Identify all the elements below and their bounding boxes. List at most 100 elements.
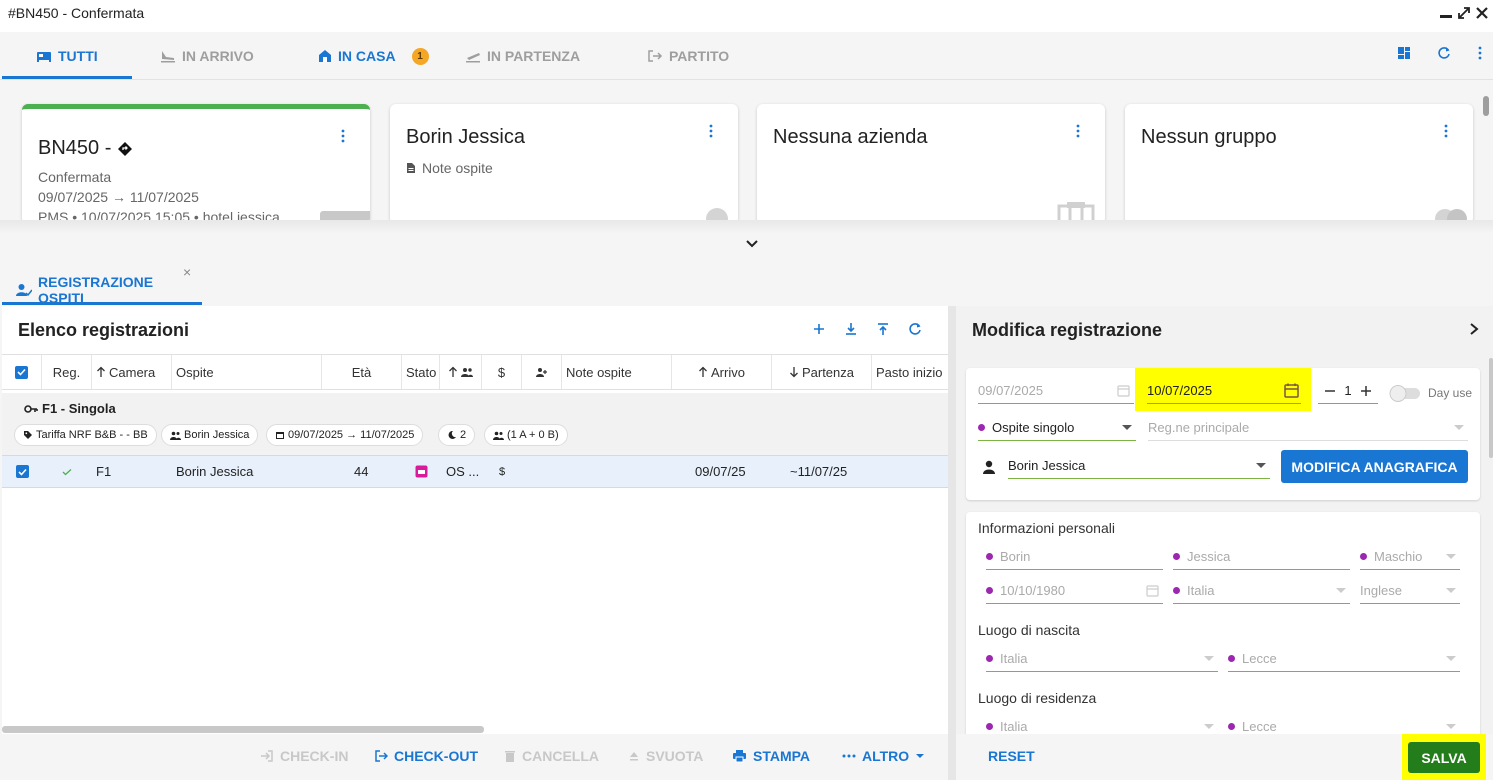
svuota-button[interactable]: SVUOTA bbox=[628, 748, 703, 764]
more-vert-icon[interactable] bbox=[1477, 46, 1483, 60]
col-camera[interactable]: Camera bbox=[92, 355, 172, 389]
group-card-title: Nessun gruppo bbox=[1141, 126, 1277, 148]
booking-title: BN450 - bbox=[38, 137, 133, 160]
salva-button[interactable]: SALVA bbox=[1408, 742, 1480, 773]
exit-icon bbox=[647, 49, 663, 63]
upload-icon[interactable] bbox=[876, 322, 890, 336]
col-reg[interactable]: Reg. bbox=[42, 355, 92, 389]
dashboard-icon[interactable] bbox=[1397, 46, 1411, 60]
refresh-icon[interactable] bbox=[908, 322, 922, 336]
note-icon bbox=[406, 162, 416, 174]
col-note-ospite[interactable]: Note ospite bbox=[562, 355, 672, 389]
altro-button[interactable]: ALTRO bbox=[842, 748, 925, 764]
guests-stepper[interactable]: 1 bbox=[1318, 378, 1378, 404]
calendar-icon bbox=[1146, 584, 1159, 597]
occupancy-chip[interactable]: (1 A + 0 B) bbox=[484, 424, 568, 446]
tab-in-casa[interactable]: IN CASA 1 bbox=[318, 32, 429, 80]
room-group-title: F1 - Singola bbox=[24, 401, 116, 416]
res-city-select[interactable]: Lecce bbox=[1228, 714, 1460, 734]
chevron-right-icon[interactable] bbox=[1469, 322, 1479, 336]
minimize-icon[interactable] bbox=[1439, 6, 1453, 20]
modifica-anagrafica-button[interactable]: MODIFICA ANAGRAFICA bbox=[1281, 450, 1468, 483]
tab-registrazione-ospiti[interactable]: REGISTRAZIONE OSPITI × bbox=[2, 262, 202, 306]
from-date-input[interactable]: 09/07/2025 bbox=[978, 378, 1134, 404]
checkin-button[interactable]: CHECK-IN bbox=[260, 748, 348, 764]
vertical-scrollbar[interactable] bbox=[1489, 358, 1493, 458]
panel-splitter[interactable] bbox=[948, 306, 956, 780]
reg-principale-select[interactable]: Reg.ne principale bbox=[1148, 415, 1468, 441]
toggle-switch[interactable] bbox=[1388, 384, 1422, 402]
tab-partito[interactable]: PARTITO bbox=[647, 32, 729, 80]
more-vert-icon[interactable] bbox=[1443, 124, 1449, 138]
cards-scrollbar[interactable] bbox=[1483, 96, 1489, 116]
guest-select[interactable]: Borin Jessica bbox=[1008, 453, 1270, 479]
minus-icon[interactable] bbox=[1324, 385, 1336, 397]
col-person-add[interactable] bbox=[522, 355, 562, 389]
print-icon bbox=[732, 749, 747, 763]
tab-in-partenza[interactable]: IN PARTENZA bbox=[465, 32, 580, 80]
trash-icon bbox=[504, 749, 516, 763]
birth-country-select[interactable]: Italia bbox=[986, 646, 1218, 672]
more-vert-icon[interactable] bbox=[1075, 124, 1081, 138]
guest-card[interactable]: Borin Jessica Note ospite bbox=[390, 104, 738, 224]
caret-down-icon bbox=[1446, 656, 1456, 662]
cards-divider bbox=[0, 220, 1493, 234]
row-checkbox[interactable] bbox=[16, 456, 29, 487]
birth-city-select[interactable]: Lecce bbox=[1228, 646, 1460, 672]
nights-chip[interactable]: 2 bbox=[438, 424, 476, 446]
tab-tutti[interactable]: TUTTI bbox=[36, 32, 98, 80]
caret-down-icon bbox=[1204, 724, 1214, 730]
more-vert-icon[interactable] bbox=[340, 129, 346, 143]
col-sort-people[interactable] bbox=[440, 355, 482, 389]
birth-date-field[interactable]: 10/10/1980 bbox=[986, 578, 1163, 604]
residence-title: Luogo di residenza bbox=[978, 690, 1097, 706]
stampa-button[interactable]: STAMPA bbox=[732, 748, 810, 764]
add-icon[interactable] bbox=[812, 322, 826, 336]
reset-button[interactable]: RESET bbox=[988, 748, 1035, 764]
name-field[interactable]: Jessica bbox=[1173, 544, 1350, 570]
to-date-input[interactable]: 10/07/2025 bbox=[1147, 378, 1301, 404]
list-footer: CHECK-IN CHECK-OUT CANCELLA SVUOTA STAMP… bbox=[2, 734, 948, 780]
surname-field[interactable]: Borin bbox=[986, 544, 1163, 570]
col-eta[interactable]: Età bbox=[322, 355, 402, 389]
horizontal-scrollbar[interactable] bbox=[2, 726, 484, 733]
guest-note[interactable]: Note ospite bbox=[406, 160, 493, 176]
guest-chip[interactable]: Borin Jessica bbox=[161, 424, 259, 446]
col-arrivo[interactable]: Arrivo bbox=[672, 355, 772, 389]
maximize-icon[interactable] bbox=[1457, 6, 1471, 20]
caret-down-icon bbox=[1454, 425, 1464, 431]
calendar-icon bbox=[1117, 384, 1130, 397]
rate-chip[interactable]: Tariffa NRF B&B - - BB bbox=[14, 424, 157, 446]
col-pasto-inizio[interactable]: Pasto inizio bbox=[872, 355, 948, 389]
gender-select[interactable]: Maschio bbox=[1360, 544, 1460, 570]
col-price[interactable]: $ bbox=[482, 355, 522, 389]
select-all-checkbox[interactable] bbox=[2, 355, 42, 389]
company-card[interactable]: Nessuna azienda bbox=[757, 104, 1105, 224]
cancella-button[interactable]: CANCELLA bbox=[504, 748, 599, 764]
col-stato[interactable]: Stato bbox=[402, 355, 440, 389]
plus-icon[interactable] bbox=[1360, 385, 1372, 397]
chevron-down-icon[interactable] bbox=[745, 238, 759, 250]
language-select[interactable]: Inglese bbox=[1360, 578, 1460, 604]
res-country-select[interactable]: Italia bbox=[986, 714, 1218, 734]
close-icon[interactable] bbox=[1475, 6, 1489, 20]
checkout-button[interactable]: CHECK-OUT bbox=[374, 748, 478, 764]
day-use-toggle[interactable]: Day use bbox=[1388, 384, 1472, 402]
arrow-up-icon bbox=[96, 366, 106, 378]
col-ospite[interactable]: Ospite bbox=[172, 355, 322, 389]
key-icon bbox=[24, 404, 38, 414]
edit-footer: RESET SALVA bbox=[956, 734, 1493, 780]
booking-card[interactable]: BN450 - Confermata 09/07/2025 → 11/07/20… bbox=[22, 104, 370, 224]
dates-chip[interactable]: 09/07/2025 → 11/07/2025 bbox=[266, 424, 424, 446]
nationality-select[interactable]: Italia bbox=[1173, 578, 1350, 604]
tab-in-arrivo[interactable]: IN ARRIVO bbox=[160, 32, 254, 80]
more-vert-icon[interactable] bbox=[708, 124, 714, 138]
refresh-icon[interactable] bbox=[1437, 46, 1451, 60]
group-card[interactable]: Nessun gruppo bbox=[1125, 104, 1473, 224]
close-tab-icon[interactable]: × bbox=[183, 264, 191, 280]
download-icon[interactable] bbox=[844, 322, 858, 336]
col-partenza[interactable]: Partenza bbox=[772, 355, 872, 389]
caret-down-icon bbox=[1446, 724, 1456, 730]
table-row[interactable]: F1 Borin Jessica 44 OS ... $ 09/07/25 ~1… bbox=[2, 455, 948, 488]
guest-type-select[interactable]: Ospite singolo bbox=[978, 415, 1136, 441]
